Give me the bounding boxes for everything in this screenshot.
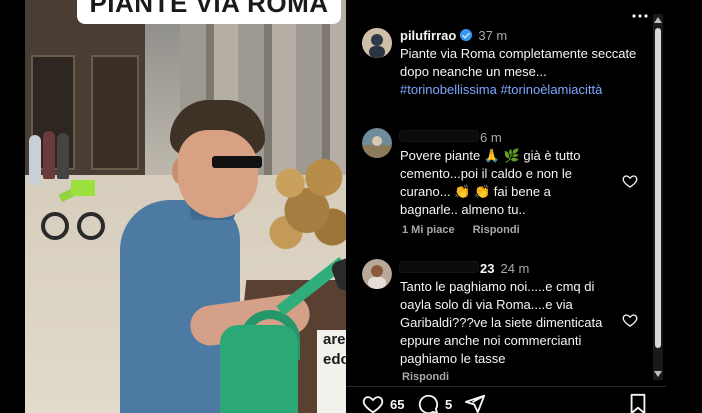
comment-meta: 1 Mi piace Rispondi bbox=[402, 224, 538, 236]
like-heart-icon[interactable] bbox=[622, 173, 638, 189]
comments-count[interactable]: 5 bbox=[445, 397, 452, 412]
hashtag-link[interactable]: #torinobellissima bbox=[400, 82, 497, 97]
more-options-icon[interactable] bbox=[630, 6, 650, 26]
like-heart-icon[interactable] bbox=[622, 312, 638, 328]
redacted-username bbox=[400, 262, 478, 272]
comment-text: Tanto le paghiamo noi.....e cmq di oayla… bbox=[400, 279, 603, 366]
like-heart-icon[interactable] bbox=[361, 393, 385, 413]
comment-meta: Rispondi bbox=[402, 371, 467, 383]
scrollbar-thumb[interactable] bbox=[655, 28, 661, 348]
redacted-username bbox=[400, 131, 478, 141]
comment-text: Povere piante 🙏 🌿 già è tutto cemento...… bbox=[400, 148, 581, 217]
watering-can bbox=[220, 255, 346, 413]
comment-likes[interactable]: 1 Mi piace bbox=[402, 224, 455, 236]
green-bicycle bbox=[41, 170, 105, 240]
comment-username-suffix[interactable]: 23 bbox=[480, 261, 494, 276]
share-send-icon[interactable] bbox=[464, 393, 486, 413]
reply-button[interactable]: Rispondi bbox=[402, 371, 449, 383]
post-text-content: Piante via Roma completamente seccate do… bbox=[400, 46, 637, 79]
action-bar: 65 5 bbox=[346, 386, 666, 413]
sunglasses bbox=[212, 156, 262, 168]
hashtag-link[interactable]: #torinoèlamiacittà bbox=[500, 82, 602, 97]
comments-panel: pilufirrao 37 m Piante via Roma completam… bbox=[346, 0, 666, 413]
likes-count[interactable]: 65 bbox=[390, 397, 404, 412]
media-caption: PIANTE VIA ROMA bbox=[77, 0, 341, 24]
verified-badge-icon bbox=[460, 29, 473, 41]
comments-scrollbar[interactable] bbox=[653, 14, 663, 380]
comment-time: 6 m bbox=[480, 130, 502, 145]
scroll-up-icon[interactable] bbox=[654, 17, 662, 23]
bookmark-icon[interactable] bbox=[628, 393, 648, 413]
comment-time: 24 m bbox=[500, 261, 530, 276]
post-time: 37 m bbox=[478, 28, 508, 43]
post-media[interactable]: area edona PIANTE VIA ROMA bbox=[25, 0, 346, 413]
comment-bubble-icon[interactable] bbox=[417, 393, 439, 413]
avatar[interactable] bbox=[362, 28, 392, 58]
scroll-down-icon[interactable] bbox=[654, 371, 662, 377]
avatar[interactable] bbox=[362, 128, 392, 158]
avatar[interactable] bbox=[362, 259, 392, 289]
post-username[interactable]: pilufirrao bbox=[400, 28, 456, 43]
post-text: Piante via Roma completamente seccate do… bbox=[400, 45, 640, 99]
reply-button[interactable]: Rispondi bbox=[473, 224, 520, 236]
